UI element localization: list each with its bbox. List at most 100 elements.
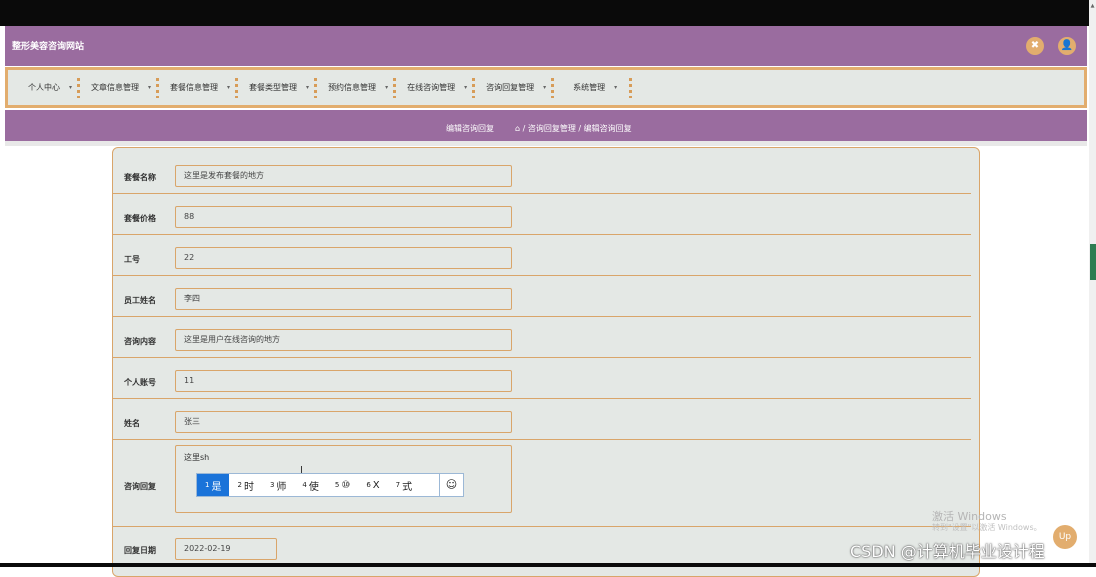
chevron-down-icon: ▾: [464, 84, 468, 91]
breadcrumb-path[interactable]: / 咨询回复管理 / 编辑咨询回复: [520, 124, 632, 133]
reply-date-input[interactable]: 2022-02-19: [175, 538, 277, 560]
ime-candidate-text: 使: [308, 481, 319, 493]
name-input[interactable]: 张三: [175, 411, 512, 433]
nav-item-online-consult-management[interactable]: 在线咨询管理 ▾: [401, 82, 467, 93]
emoji-icon[interactable]: ☺: [439, 474, 463, 496]
nav-label: 套餐信息管理: [170, 83, 219, 92]
package-name-input[interactable]: 这里是发布套餐的地方: [175, 165, 512, 187]
field-label: 套餐价格: [124, 214, 156, 223]
edit-form: 套餐名称 这里是发布套餐的地方 套餐价格 88 工号 22 员工姓名 李四 咨询…: [112, 147, 980, 577]
nav-separator: [235, 77, 239, 98]
form-row-employee-name: 员工姓名 李四: [113, 276, 971, 317]
field-label: 套餐名称: [124, 173, 156, 182]
employee-name-input[interactable]: 李四: [175, 288, 512, 310]
user-icon[interactable]: 👤: [1058, 37, 1076, 55]
ime-candidate[interactable]: 5⑩: [327, 474, 358, 496]
field-label: 员工姓名: [124, 296, 156, 305]
field-label: 工号: [124, 255, 140, 264]
nav-label: 在线咨询管理: [407, 83, 456, 92]
ime-candidate-number: 5: [334, 481, 340, 489]
ime-candidate-text: 式: [402, 481, 413, 493]
field-label: 咨询回复: [124, 482, 156, 491]
ime-candidate-number: 2: [237, 481, 242, 489]
chevron-down-icon: ▾: [614, 84, 618, 91]
nav-bar-inner: 个人中心 ▾ 文章信息管理 ▾ 套餐信息管理 ▾ 套餐类型管理 ▾ 预约信息管理 ▾ 在线…: [8, 70, 1084, 105]
ime-candidate-text: 时: [243, 481, 254, 493]
form-row-reply-date: 回复日期 2022-02-19: [113, 527, 971, 576]
field-label: 个人账号: [124, 378, 156, 387]
gray-strip: [5, 141, 1087, 146]
nav-label: 个人中心: [28, 83, 60, 92]
nav-bar: 个人中心 ▾ 文章信息管理 ▾ 套餐信息管理 ▾ 套餐类型管理 ▾ 预约信息管理 ▾ 在线…: [5, 67, 1087, 108]
nav-item-package-management[interactable]: 套餐信息管理 ▾: [164, 82, 230, 93]
field-label: 回复日期: [124, 546, 156, 555]
nav-item-appointment-management[interactable]: 预约信息管理 ▾: [322, 82, 388, 93]
nav-label: 文章信息管理: [91, 83, 140, 92]
nav-separator: [472, 77, 476, 98]
package-price-input[interactable]: 88: [175, 206, 512, 228]
ime-candidate[interactable]: 6X: [358, 474, 387, 496]
nav-separator: [156, 77, 160, 98]
back-to-top-button[interactable]: Up: [1053, 525, 1077, 549]
chevron-down-icon: ▾: [543, 84, 547, 91]
activate-windows-hint: 转到"设置"以激活 Windows。: [932, 523, 1042, 532]
top-black-bar: [0, 0, 1096, 26]
ime-candidate-number: 7: [395, 481, 401, 489]
form-row-package-name: 套餐名称 这里是发布套餐的地方: [113, 148, 971, 194]
nav-item-system-management[interactable]: 系统管理 ▾: [567, 82, 617, 93]
account-input[interactable]: 11: [175, 370, 512, 392]
ime-candidate[interactable]: 4使: [294, 474, 326, 496]
field-label: 姓名: [124, 419, 140, 428]
chevron-down-icon: ▾: [227, 84, 231, 91]
chevron-down-icon: ▾: [306, 84, 310, 91]
nav-label: 套餐类型管理: [249, 83, 298, 92]
ime-candidate[interactable]: 1是: [197, 474, 230, 496]
nav-label: 系统管理: [573, 83, 606, 92]
app-header: 整形美容咨询网站 ✖ 👤: [5, 26, 1087, 66]
form-row-account: 个人账号 11: [113, 358, 971, 399]
nav-label: 预约信息管理: [328, 83, 377, 92]
nav-item-consult-reply-management[interactable]: 咨询回复管理 ▾: [480, 82, 546, 93]
form-row-package-price: 套餐价格 88: [113, 194, 971, 235]
field-label: 咨询内容: [124, 337, 156, 346]
ime-candidate-number: 6: [366, 481, 371, 489]
ime-candidate-text: X: [372, 479, 380, 491]
csdn-watermark: CSDN @计算机毕业设计程: [850, 542, 1045, 561]
consult-content-input[interactable]: 这里是用户在线咨询的地方: [175, 329, 512, 351]
ime-candidate-text: 是: [211, 481, 222, 493]
nav-label: 咨询回复管理: [486, 83, 535, 92]
ime-candidate-number: 4: [302, 481, 307, 489]
bottom-black-bar: [0, 563, 1096, 567]
nav-separator: [551, 77, 555, 98]
breadcrumb-bar: 编辑咨询回复 ⌂ / 咨询回复管理 / 编辑咨询回复: [5, 110, 1087, 141]
scroll-up-icon[interactable]: ▲: [1089, 3, 1096, 9]
ime-candidate-number: 3: [269, 481, 275, 489]
ime-candidate-text: ⑩: [341, 479, 351, 491]
ime-candidate[interactable]: 2时: [229, 474, 261, 496]
site-title: 整形美容咨询网站: [12, 42, 85, 52]
side-tab[interactable]: [1090, 244, 1096, 280]
chevron-down-icon: ▾: [148, 84, 152, 91]
nav-separator: [393, 77, 397, 98]
nav-separator: [629, 77, 633, 98]
form-row-consult-content: 咨询内容 这里是用户在线咨询的地方: [113, 317, 971, 358]
nav-separator: [77, 77, 81, 98]
ime-candidate-text: 师: [276, 481, 287, 493]
nav-separator: [314, 77, 318, 98]
fullscreen-close-icon[interactable]: ✖: [1026, 37, 1044, 55]
chevron-down-icon: ▾: [385, 84, 389, 91]
ime-candidate-number: 1: [205, 481, 210, 489]
nav-item-article-management[interactable]: 文章信息管理 ▾: [85, 82, 151, 93]
form-row-name: 姓名 张三: [113, 399, 971, 440]
nav-item-personal-center[interactable]: 个人中心 ▾: [22, 82, 72, 93]
page-scrollbar[interactable]: [1089, 0, 1096, 567]
form-row-employee-id: 工号 22: [113, 235, 971, 276]
chevron-down-icon: ▾: [69, 84, 73, 91]
employee-id-input[interactable]: 22: [175, 247, 512, 269]
nav-item-package-type-management[interactable]: 套餐类型管理 ▾: [243, 82, 309, 93]
page-title: 编辑咨询回复: [446, 124, 494, 133]
ime-candidate[interactable]: 3师: [262, 474, 294, 496]
ime-candidate[interactable]: 7式: [388, 474, 420, 496]
breadcrumb: ⌂ / 咨询回复管理 / 编辑咨询回复: [515, 123, 632, 134]
ime-candidate-bar: 1是 2时 3师 4使 5⑩ 6X 7式 ☺: [196, 473, 464, 497]
